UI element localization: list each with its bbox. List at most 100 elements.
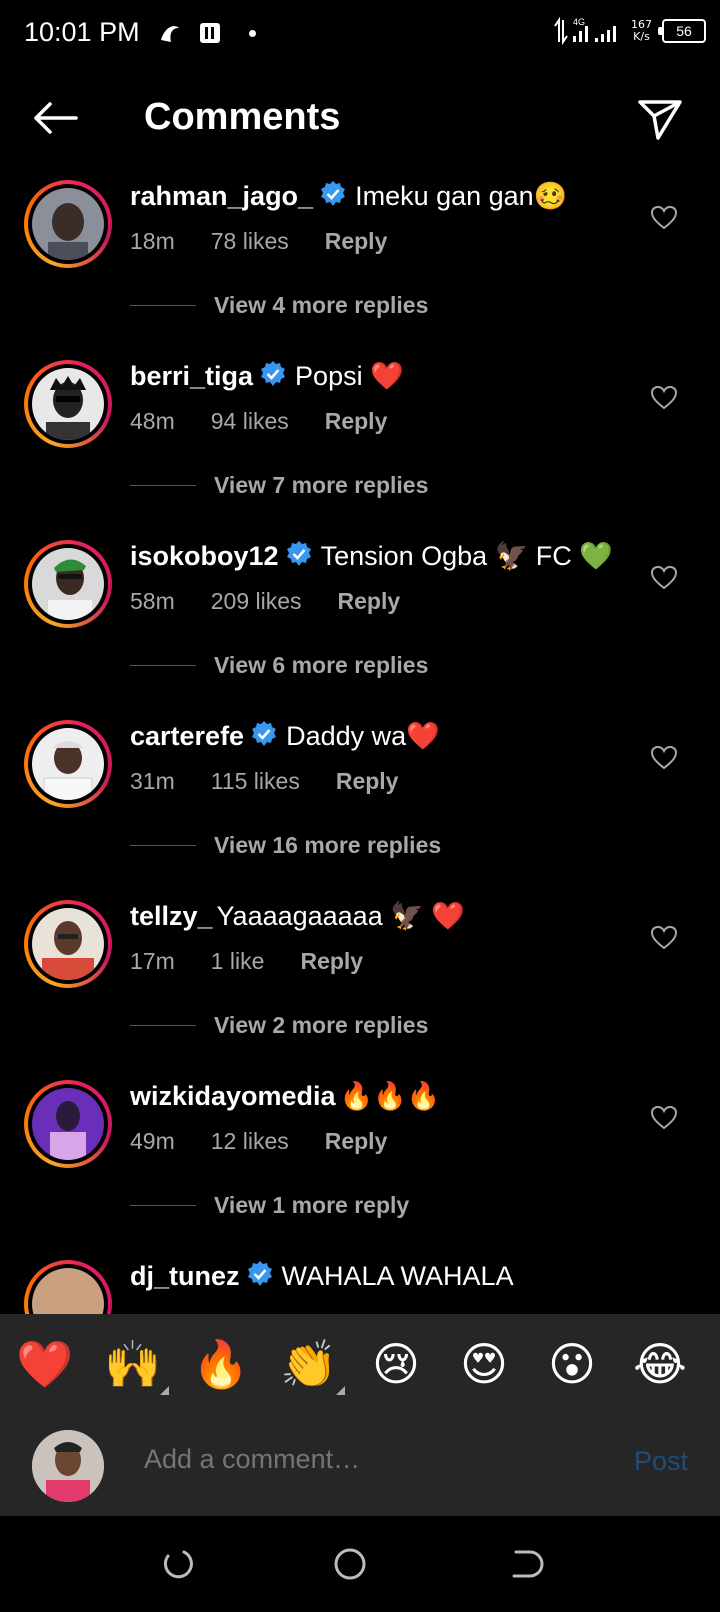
comment-body: rahman_jago_ Imeku gan gan🥴 [130,180,567,212]
back-nav-icon[interactable] [508,1546,544,1582]
comment-item: isokoboy12 Tension Ogba 🦅 FC 💚 58m 209 lik… [0,536,720,716]
view-replies-label: View 2 more replies [214,1012,429,1038]
comment-body: berri_tiga Popsi ❤️ [130,360,404,392]
story-ring[interactable] [24,540,112,628]
avatar[interactable] [32,548,104,620]
comment-time: 58m [130,588,175,614]
app-notification-icon [161,26,179,42]
comment-item: tellzy_ Yaaaagaaaaa 🦅 ❤️ 17m 1 like Reply V… [0,896,720,1076]
verified-badge-icon [261,361,286,386]
view-replies-button[interactable]: View 16 more replies [130,832,441,859]
comment-text: 🔥🔥🔥 [339,1081,441,1111]
avatar[interactable] [32,368,104,440]
comment-item: dj_tunez WAHALA WAHALA [0,1256,720,1316]
emoji-clap-button[interactable]: 👏 [280,1336,337,1392]
emoji-crying-button[interactable]: 😢 [368,1336,424,1392]
comment-time: 49m [130,1128,175,1154]
reply-button[interactable]: Reply [325,408,388,434]
comment-likes[interactable]: 1 like [211,948,265,974]
comment-meta: 31m 115 likes Reply [130,768,434,795]
comment-time: 31m [130,768,175,794]
comment-username[interactable]: carterefe [130,721,244,751]
view-replies-button[interactable]: View 7 more replies [130,472,428,499]
heart-icon[interactable] [650,1104,678,1132]
speed-unit: K/s [633,30,650,43]
post-button[interactable]: Post [634,1446,688,1477]
story-ring[interactable] [24,1260,112,1316]
view-replies-divider [130,1205,196,1206]
comment-body: carterefe Daddy wa❤️ [130,720,440,752]
comment-likes[interactable]: 12 likes [211,1128,289,1154]
view-replies-button[interactable]: View 6 more replies [130,652,428,679]
story-ring[interactable] [24,900,112,988]
emoji-fire-button[interactable]: 🔥 [192,1336,249,1392]
emoji-reaction-bar: ❤️ 🙌 🔥 👏 😢 😍 😮 😂 [0,1314,720,1414]
signal-icon: 4G [554,16,616,46]
emoji-heart-button[interactable]: ❤️ [16,1336,73,1392]
more-notifications-dot [249,29,256,37]
avatar[interactable] [32,188,104,260]
heart-icon[interactable] [650,384,678,412]
heart-icon[interactable] [650,564,678,592]
comment-username[interactable]: rahman_jago_ [130,181,313,211]
skin-tone-indicator-icon [160,1386,169,1395]
comment-username[interactable]: dj_tunez [130,1261,240,1291]
comment-item: wizkidayomedia 🔥🔥🔥 49m 12 likes Reply View … [0,1076,720,1256]
header: Comments [0,76,720,166]
status-bar: 10:01 PM 4G 167 K/s 56 [0,0,720,66]
comment-text: Yaaaagaaaaa 🦅 ❤️ [216,901,465,931]
story-ring[interactable] [24,180,112,268]
reply-button[interactable]: Reply [338,588,401,614]
comment-meta: 17m 1 like Reply [130,948,399,975]
comments-list[interactable]: rahman_jago_ Imeku gan gan🥴 18m 78 likes Re… [0,176,720,1316]
comment-time: 48m [130,408,175,434]
comment-item: berri_tiga Popsi ❤️ 48m 94 likes Reply View… [0,356,720,536]
view-replies-label: View 4 more replies [214,292,429,318]
comment-input[interactable] [144,1444,564,1475]
avatar[interactable] [32,1268,104,1316]
comment-username[interactable]: berri_tiga [130,361,253,391]
verified-badge-icon [286,541,311,566]
view-replies-divider [130,1025,196,1026]
avatar[interactable] [32,1088,104,1160]
verified-badge-icon [321,181,346,206]
emoji-raised-hands-button[interactable]: 🙌 [104,1336,161,1392]
battery-icon: 56 [658,19,706,43]
emoji-heart-eyes-button[interactable]: 😍 [456,1336,512,1392]
reply-button[interactable]: Reply [336,768,399,794]
heart-icon[interactable] [650,204,678,232]
comment-meta: 48m 94 likes Reply [130,408,423,435]
comment-meta: 18m 78 likes Reply [130,228,423,255]
story-ring[interactable] [24,360,112,448]
comment-body: wizkidayomedia 🔥🔥🔥 [130,1080,440,1112]
comment-item: carterefe Daddy wa❤️ 31m 115 likes Reply Vi… [0,716,720,896]
comment-username[interactable]: wizkidayomedia [130,1081,336,1111]
comment-username[interactable]: tellzy_ [130,901,213,931]
comment-likes[interactable]: 209 likes [211,588,302,614]
svg-text:4G: 4G [573,17,585,27]
back-arrow-icon[interactable] [30,98,82,138]
heart-icon[interactable] [650,744,678,772]
comment-meta: 49m 12 likes Reply [130,1128,423,1155]
emoji-laughing-button[interactable]: 😂 [632,1336,688,1392]
reply-button[interactable]: Reply [300,948,363,974]
view-replies-button[interactable]: View 2 more replies [130,1012,428,1039]
story-ring[interactable] [24,720,112,808]
reply-button[interactable]: Reply [325,228,388,254]
view-replies-button[interactable]: View 4 more replies [130,292,428,319]
comment-text: WAHALA WAHALA [281,1261,514,1291]
home-icon[interactable] [332,1546,368,1582]
reply-button[interactable]: Reply [325,1128,388,1154]
comment-username[interactable]: isokoboy12 [130,541,279,571]
avatar[interactable] [32,728,104,800]
comment-likes[interactable]: 115 likes [211,768,300,794]
story-ring[interactable] [24,1080,112,1168]
emoji-surprised-button[interactable]: 😮 [544,1336,600,1392]
recent-apps-icon[interactable] [160,1546,196,1582]
heart-icon[interactable] [650,924,678,952]
comment-likes[interactable]: 78 likes [211,228,289,254]
comment-likes[interactable]: 94 likes [211,408,289,434]
avatar[interactable] [32,908,104,980]
view-replies-button[interactable]: View 1 more reply [130,1192,409,1219]
share-send-icon[interactable] [636,96,684,142]
